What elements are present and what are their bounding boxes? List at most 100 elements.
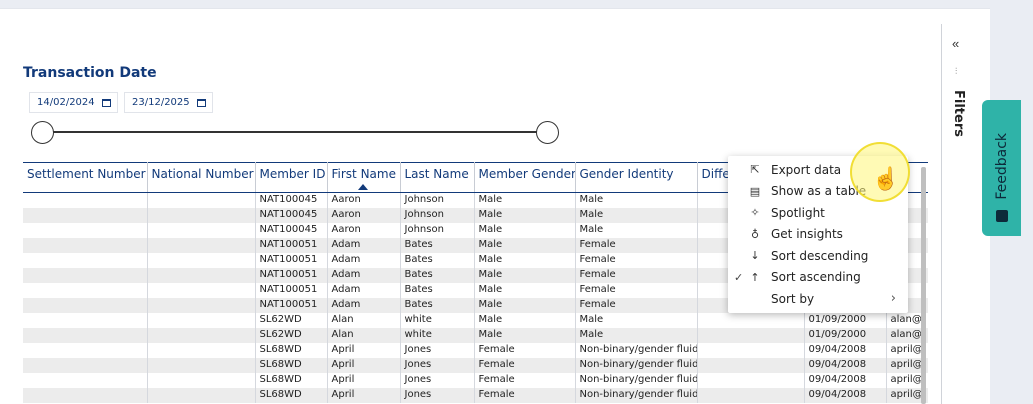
sort-ascending-icon: ↑ — [750, 270, 760, 284]
lightbulb-icon: ♁ — [750, 227, 760, 241]
slider-end-handle[interactable] — [536, 121, 559, 144]
table-row[interactable]: SL68WD April Jones Female Non-binary/gender … — [23, 372, 928, 388]
table-cell — [147, 282, 256, 298]
table-cell: Male — [575, 192, 698, 208]
sort-descending-icon: ↓ — [750, 249, 760, 263]
table-cell: Male — [474, 237, 576, 253]
chevron-right-icon: › — [890, 291, 896, 307]
calendar-icon[interactable] — [101, 98, 111, 107]
table-cell: NAT100051 — [255, 267, 328, 283]
table-cell — [697, 372, 805, 388]
table-cell: Bates — [400, 282, 475, 298]
date-slicer-title: Transaction Date — [23, 65, 157, 81]
column-header[interactable]: National Number — [147, 162, 256, 193]
calendar-icon[interactable] — [196, 98, 206, 107]
table-cell: Female — [575, 267, 698, 283]
table-cell — [147, 252, 256, 268]
table-cell: Johnson — [400, 192, 475, 208]
table-cell — [23, 267, 148, 283]
table-row[interactable]: SL68WD April Jones Female Non-binary/gender … — [23, 387, 928, 403]
column-header-label: Member Gender — [478, 167, 575, 181]
table-cell — [23, 207, 148, 223]
column-header[interactable]: Settlement Number — [23, 162, 148, 193]
table-cell: Aaron — [327, 192, 401, 208]
menu-item-sort-ascending[interactable]: ✓ ↑ Sort ascending — [728, 267, 908, 289]
table-cell — [147, 357, 256, 373]
collapse-filters-icon[interactable]: « — [952, 36, 959, 51]
column-header[interactable]: Member ID — [255, 162, 328, 193]
table-cell: Johnson — [400, 207, 475, 223]
table-row[interactable]: SL62WD Alan white Male Male 01/09/2000 alan@ — [23, 312, 928, 328]
table-cell — [147, 222, 256, 238]
end-date-input[interactable]: 23/12/2025 — [124, 92, 213, 113]
table-cell: white — [400, 327, 475, 343]
table-cell: Male — [575, 312, 698, 328]
table-cell — [147, 312, 256, 328]
table-cell: Aaron — [327, 222, 401, 238]
column-header-label: First Name — [331, 167, 396, 181]
table-cell — [697, 327, 805, 343]
spotlight-icon: ✧ — [750, 206, 760, 220]
table-cell: Male — [474, 222, 576, 238]
table-row[interactable]: SL68WD April Jones Female Non-binary/gender … — [23, 342, 928, 358]
column-header[interactable]: First Name — [327, 162, 401, 193]
table-cell: 01/09/2000 — [804, 327, 887, 343]
menu-item-label: Show as a table — [771, 184, 867, 199]
table-cell: Male — [474, 252, 576, 268]
table-cell: Adam — [327, 252, 401, 268]
menu-item-label: Sort descending — [771, 248, 869, 263]
column-header[interactable]: Gender Identity — [575, 162, 698, 193]
table-cell: Female — [575, 282, 698, 298]
table-cell: Bates — [400, 237, 475, 253]
export-icon: ⇱ — [750, 163, 760, 177]
filter-icon: ⫶ — [955, 66, 958, 76]
table-cell — [147, 342, 256, 358]
table-cell — [697, 357, 805, 373]
date-range-slider-track[interactable] — [43, 131, 548, 133]
filters-pane — [941, 24, 971, 404]
feedback-button[interactable]: Feedback — [982, 100, 1021, 236]
table-cell: NAT100051 — [255, 297, 328, 313]
start-date-input[interactable]: 14/02/2024 — [29, 92, 118, 113]
menu-item-label: Sort ascending — [771, 270, 861, 285]
table-cell: Non-binary/gender fluid — [575, 387, 698, 403]
column-header[interactable]: Last Name — [400, 162, 475, 193]
table-cell: Alan — [327, 327, 401, 343]
table-row[interactable]: SL68WD April Jones Female Non-binary/gender … — [23, 357, 928, 373]
filters-label[interactable]: Filters — [951, 90, 966, 137]
feedback-label: Feedback — [993, 133, 1010, 200]
menu-item-sort-descending[interactable]: ↓ Sort descending — [728, 245, 908, 267]
table-cell: Male — [474, 312, 576, 328]
table-cell — [147, 387, 256, 403]
table-cell: SL68WD — [255, 342, 328, 358]
table-cell — [23, 192, 148, 208]
table-cell: NAT100051 — [255, 237, 328, 253]
table-cell: Bates — [400, 252, 475, 268]
table-cell: Adam — [327, 297, 401, 313]
table-cell: Female — [575, 252, 698, 268]
column-header-label: Settlement Number — [27, 167, 146, 181]
table-cell: 09/04/2008 — [804, 387, 887, 403]
table-cell: Jones — [400, 357, 475, 373]
table-cell: 09/04/2008 — [804, 357, 887, 373]
menu-item-get-insights[interactable]: ♁ Get insights — [728, 224, 908, 246]
table-cell: Male — [474, 207, 576, 223]
table-cell: Male — [474, 327, 576, 343]
table-cell — [147, 327, 256, 343]
column-header[interactable]: Member Gender — [474, 162, 576, 193]
table-cell — [23, 237, 148, 253]
table-row[interactable]: SL62WD Alan white Male Male 01/09/2000 alan@ — [23, 327, 928, 343]
table-cell — [23, 282, 148, 298]
table-cell: Non-binary/gender fluid — [575, 357, 698, 373]
table-cell: Male — [575, 327, 698, 343]
table-cell: NAT100045 — [255, 207, 328, 223]
table-cell — [147, 372, 256, 388]
column-header-label: Gender Identity — [579, 167, 674, 181]
slider-start-handle[interactable] — [31, 121, 54, 144]
table-scrollbar[interactable] — [921, 167, 926, 404]
table-cell: SL68WD — [255, 372, 328, 388]
menu-item-sort-by[interactable]: Sort by › — [728, 288, 908, 310]
table-cell: SL68WD — [255, 387, 328, 403]
menu-item-spotlight[interactable]: ✧ Spotlight — [728, 202, 908, 224]
table-cell: Bates — [400, 267, 475, 283]
